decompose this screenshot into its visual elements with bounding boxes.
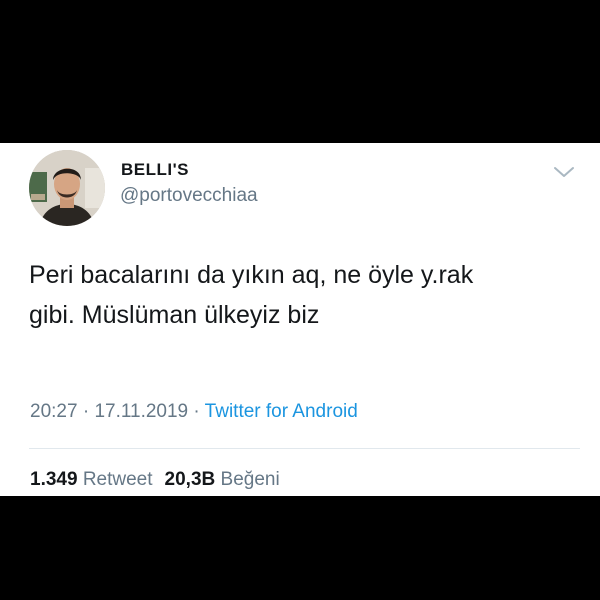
tweet-stats: 1.349 Retweet 20,3B Beğeni	[30, 469, 280, 491]
display-name[interactable]: BELLI'S	[121, 160, 189, 180]
divider	[29, 448, 580, 449]
like-stat[interactable]: 20,3B Beğeni	[165, 469, 280, 490]
retweet-count: 1.349	[30, 469, 78, 490]
tweet-time[interactable]: 20:27	[30, 401, 78, 422]
user-handle[interactable]: @portovecchiaa	[120, 185, 258, 207]
retweet-stat[interactable]: 1.349 Retweet	[30, 469, 153, 490]
tweet-meta: 20:27 · 17.11.2019 · Twitter for Android	[30, 401, 358, 423]
meta-separator: ·	[188, 401, 205, 422]
meta-separator: ·	[77, 401, 95, 422]
tweet-date[interactable]: 17.11.2019	[94, 401, 188, 422]
like-label: Beğeni	[220, 469, 280, 490]
tweet-menu-button[interactable]	[552, 163, 576, 181]
tweet-source-link[interactable]: Twitter for Android	[205, 401, 358, 422]
tweet-text-line: Peri bacalarını da yıkın aq, ne öyle y.r…	[29, 261, 474, 289]
avatar[interactable]	[29, 150, 105, 226]
tweet-card: BELLI'S @portovecchiaa Peri bacalarını d…	[0, 143, 600, 496]
tweet-text: Peri bacalarını da yıkın aq, ne öyle y.r…	[29, 255, 574, 335]
chevron-down-icon	[554, 167, 574, 177]
avatar-image	[29, 150, 105, 226]
like-count: 20,3B	[164, 469, 216, 490]
retweet-label: Retweet	[82, 469, 153, 490]
tweet-text-line: gibi. Müslüman ülkeyiz biz	[29, 301, 320, 329]
